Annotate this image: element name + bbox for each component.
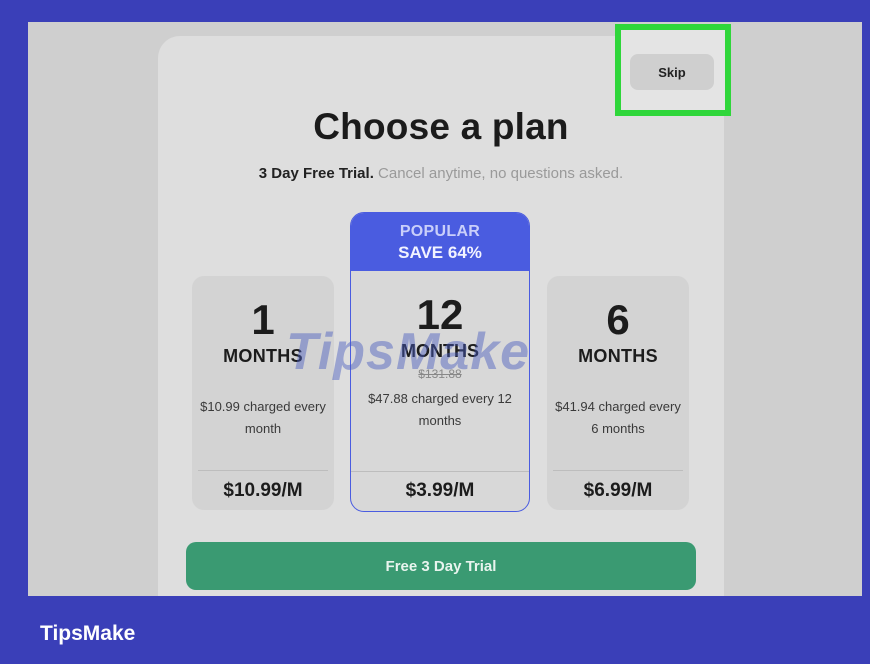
free-trial-button[interactable]: Free 3 Day Trial <box>186 542 696 590</box>
divider <box>351 471 529 472</box>
plan-price: $6.99/M <box>583 480 653 501</box>
plan-price: $3.99/M <box>405 480 475 501</box>
popular-badge: POPULAR SAVE 64% <box>351 213 529 271</box>
page-title: Choose a plan <box>313 106 569 147</box>
brand-logo: TipsMake <box>40 622 136 645</box>
subtitle-trial: 3 Day Free Trial. <box>258 165 374 182</box>
plan-unit: MONTHS <box>401 341 479 361</box>
plan-description: $41.94 charged every 6 months <box>555 399 681 436</box>
skip-button[interactable]: Skip <box>630 54 714 90</box>
popular-label: POPULAR <box>399 223 481 240</box>
plan-unit: MONTHS <box>223 346 303 366</box>
save-label: SAVE 64% <box>398 243 482 262</box>
plan-number: 6 <box>606 296 630 343</box>
plan-unit: MONTHS <box>578 346 658 366</box>
page-subtitle: 3 Day Free Trial. Cancel anytime, no que… <box>158 165 724 182</box>
plan-card-6-months[interactable]: 6 MONTHS $41.94 charged every 6 months $… <box>547 276 689 510</box>
plan-number: 1 <box>251 296 275 343</box>
plan-price: $10.99/M <box>223 480 303 501</box>
plan-description: $47.88 charged every 12 months <box>368 391 512 428</box>
app-screen: Skip Choose a plan 3 Day Free Trial. Can… <box>28 22 862 596</box>
subtitle-cancel: Cancel anytime, no questions asked. <box>373 165 624 182</box>
plan-number: 12 <box>416 291 464 338</box>
divider <box>553 470 683 471</box>
divider <box>198 470 328 471</box>
original-price: $131.88 <box>418 367 462 381</box>
plan-description: $10.99 charged every month <box>200 399 326 436</box>
plan-card-1-month[interactable]: 1 MONTHS $10.99 charged every month $10.… <box>192 276 334 510</box>
plan-card-12-months[interactable]: POPULAR SAVE 64% 12 MONTHS $131.88 $47.8… <box>350 212 530 512</box>
